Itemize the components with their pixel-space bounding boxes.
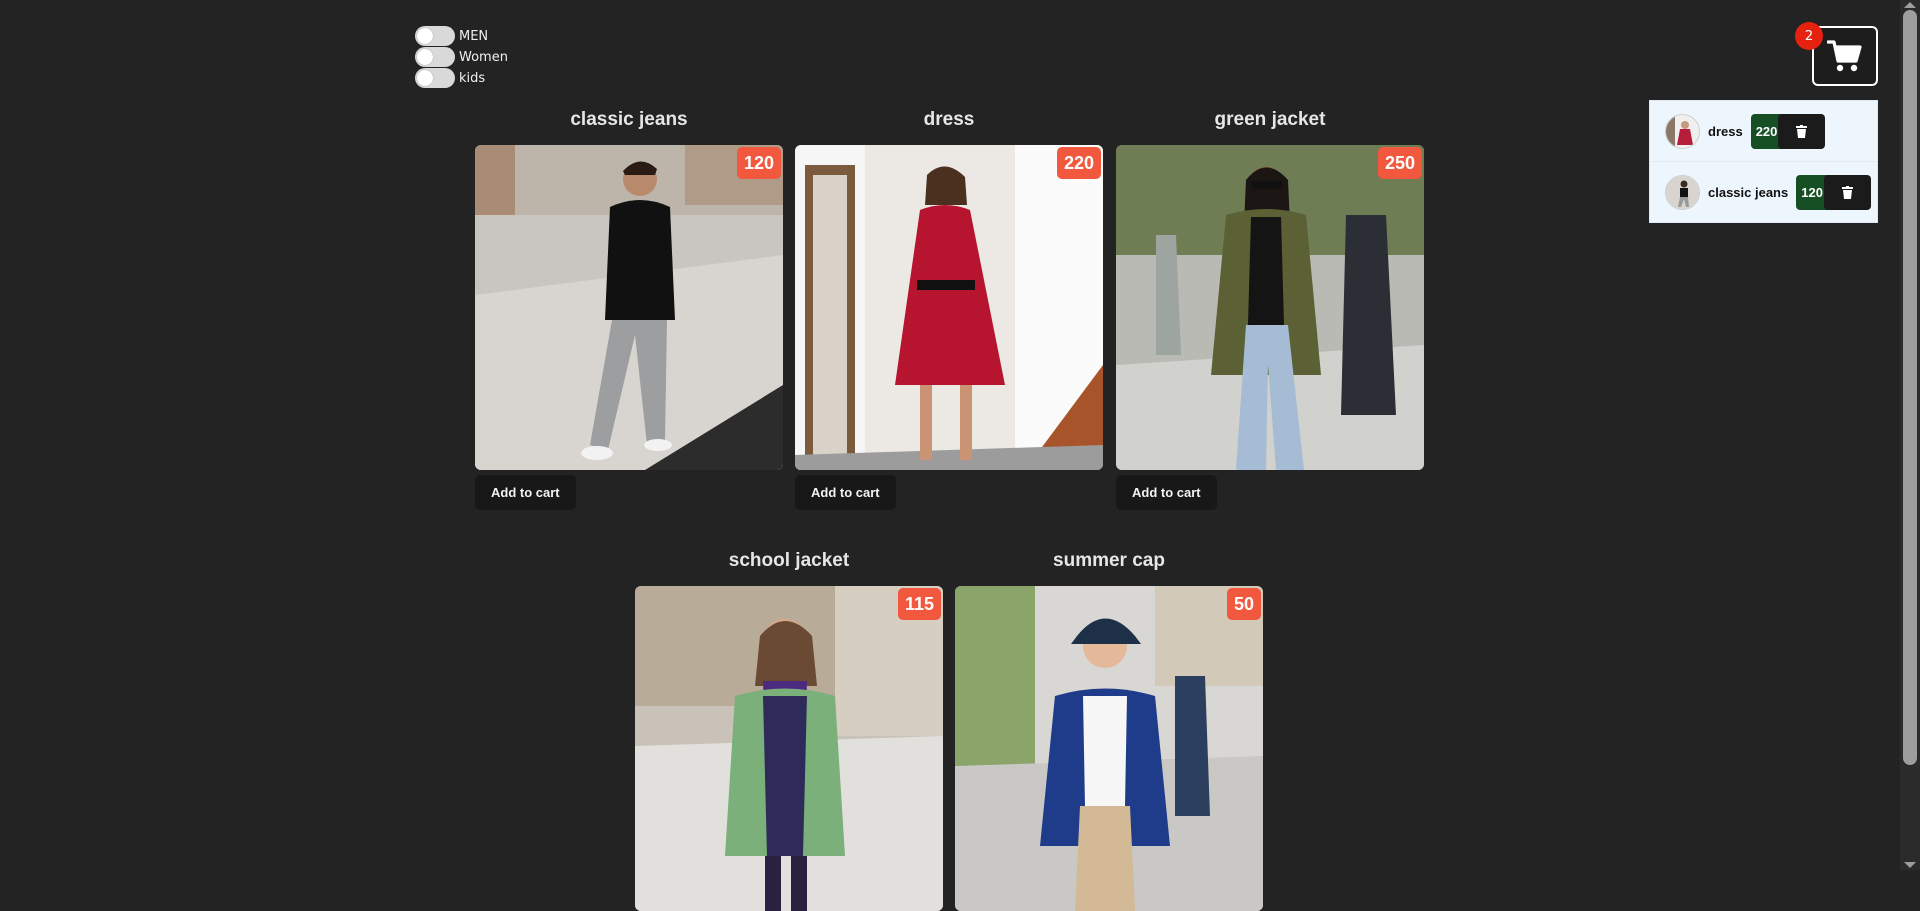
cart-item-thumbnail [1665,113,1700,149]
toggle-switch[interactable] [415,26,455,46]
product-title: dress [923,109,975,130]
category-filters: MEN Women kids [415,26,508,89]
product-title: summer cap [1053,550,1165,571]
product-image: 120 [475,145,783,470]
price-badge: 120 [736,147,781,179]
price-badge: 50 [1226,588,1261,620]
product-title: school jacket [728,550,850,571]
product-image: 250 [1116,145,1424,470]
cart-item: dress 220 [1650,101,1877,162]
filter-label: Women [459,49,508,65]
cart-dropdown: dress 220 classic jeans 120 [1649,100,1878,223]
filter-label: MEN [459,28,489,44]
product-card: school jacket 115 [635,546,943,911]
scroll-up-arrow[interactable] [1904,2,1916,8]
cart-item-thumbnail [1665,175,1700,210]
remove-item-button[interactable] [1823,175,1871,210]
scrollbar-thumb[interactable] [1903,10,1917,765]
product-card: green jacket 250 Add to cart [1116,105,1424,510]
cart-item: classic jeans 120 [1650,162,1877,223]
toggle-switch[interactable] [415,68,455,88]
add-to-cart-button[interactable]: Add to cart [795,475,896,510]
product-card: dress 220 Add to cart [795,105,1103,510]
product-title: green jacket [1214,109,1326,130]
price-badge: 220 [1056,147,1101,179]
trash-icon [1796,124,1808,138]
product-image: 220 [795,145,1103,470]
toggle-switch[interactable] [415,47,455,67]
product-card: classic jeans 120 Add to cart [475,105,783,510]
trash-icon [1841,186,1853,199]
add-to-cart-button[interactable]: Add to cart [1116,475,1217,510]
filter-women[interactable]: Women [415,47,508,67]
product-image: 50 [955,586,1263,911]
price-badge: 115 [897,588,941,620]
price-badge: 250 [1377,147,1422,179]
product-card: summer cap 50 [955,546,1263,911]
product-image: 115 [635,586,943,911]
remove-item-button[interactable] [1778,113,1826,149]
cart-count-badge: 2 [1795,22,1823,50]
cart-icon [1827,40,1862,72]
add-to-cart-button[interactable]: Add to cart [475,475,576,510]
product-title: classic jeans [570,109,688,130]
cart-item-name: dress [1708,123,1743,139]
filter-kids[interactable]: kids [415,68,508,88]
scroll-down-arrow[interactable] [1904,862,1916,868]
filter-men[interactable]: MEN [415,26,508,46]
cart-item-name: classic jeans [1708,185,1789,200]
filter-label: kids [459,70,486,86]
